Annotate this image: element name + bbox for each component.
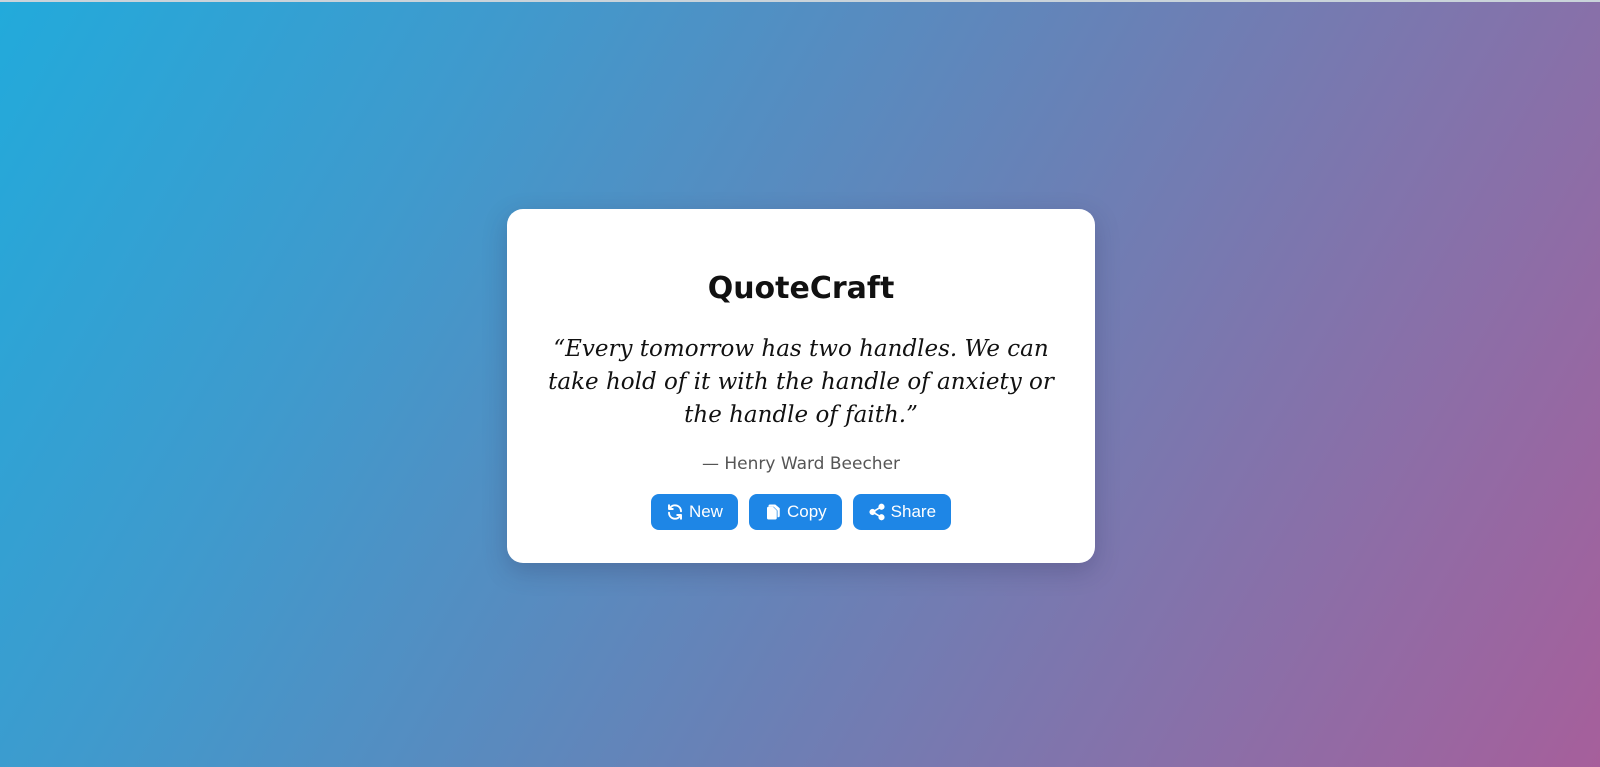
- new-quote-button[interactable]: New: [650, 494, 738, 530]
- quote-card: QuoteCraft “Every tomorrow has two handl…: [507, 209, 1095, 563]
- share-button-label: Share: [890, 502, 937, 521]
- refresh-icon: [666, 503, 684, 521]
- new-button-label: New: [688, 502, 723, 521]
- copy-button-label: Copy: [786, 502, 827, 521]
- action-buttons: New Copy Share: [507, 494, 1095, 530]
- copy-icon: [764, 503, 782, 521]
- copy-quote-button[interactable]: Copy: [748, 494, 842, 530]
- quote-author: — Henry Ward Beecher: [701, 454, 901, 474]
- app-title: QuoteCraft: [707, 271, 895, 306]
- share-quote-button[interactable]: Share: [852, 494, 952, 530]
- quote-text: “Every tomorrow has two handles. We can …: [548, 336, 1054, 428]
- top-border: [0, 0, 1600, 2]
- share-icon: [868, 503, 886, 521]
